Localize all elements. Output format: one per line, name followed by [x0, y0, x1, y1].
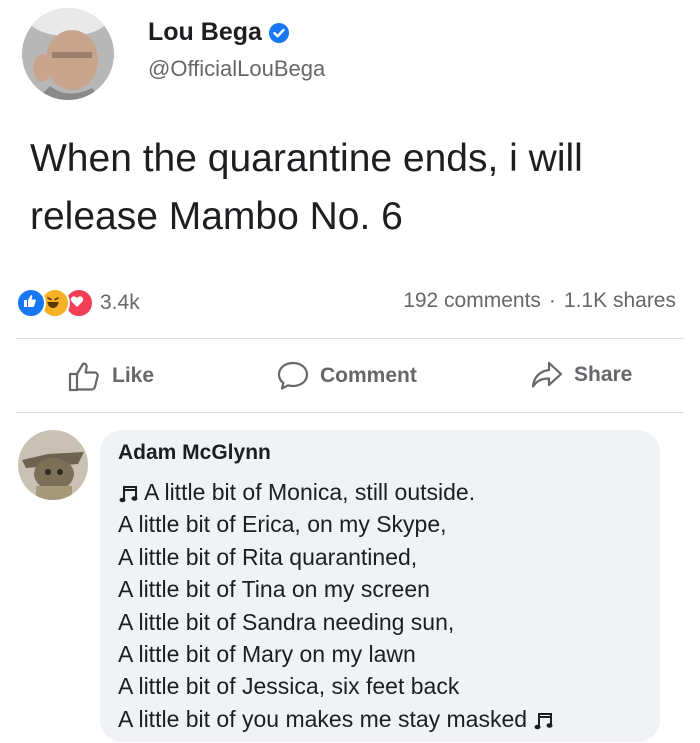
comment-line: A little bit of you makes me stay masked: [118, 703, 555, 735]
divider: [16, 338, 684, 339]
engagement-stats: 192 comments · 1.1K shares: [403, 289, 676, 313]
author-avatar[interactable]: [22, 8, 114, 100]
music-note-icon: [533, 708, 555, 730]
speech-bubble-icon: [276, 360, 310, 392]
shares-count-link[interactable]: 1.1K shares: [564, 289, 676, 313]
lyric-line: A little bit of Erica, on my Skype,: [118, 511, 447, 538]
comment-line: A little bit of Sandra needing sun,: [118, 606, 555, 638]
comments-count-link[interactable]: 192 comments: [403, 289, 541, 313]
thumbs-up-icon: [68, 360, 102, 392]
share-button[interactable]: Share: [530, 360, 632, 390]
music-note-icon: [118, 481, 140, 503]
comment-line: A little bit of Jessica, six feet back: [118, 670, 555, 702]
facebook-post: Lou Bega @OfficialLouBega When the quara…: [0, 0, 700, 743]
share-label: Share: [574, 363, 633, 386]
author-name[interactable]: Lou Bega: [148, 18, 262, 47]
like-reaction-icon: [16, 288, 46, 318]
lyric-line: A little bit of Sandra needing sun,: [118, 608, 455, 635]
comment-line: A little bit of Tina on my screen: [118, 573, 555, 605]
author-name-row: Lou Bega: [148, 18, 290, 47]
share-arrow-icon: [530, 360, 564, 390]
lyric-line: A little bit of Monica, still outside.: [144, 479, 476, 505]
post-text: When the quarantine ends, i will release…: [30, 130, 670, 246]
comment-text: A little bit of Monica, still outside. A…: [118, 476, 555, 735]
author-handle[interactable]: @OfficialLouBega: [148, 56, 325, 82]
comment-label: Comment: [320, 364, 417, 387]
verified-badge-icon: [268, 22, 290, 44]
comment-line: A little bit of Monica, still outside.: [118, 476, 555, 508]
post-text-line: release Mambo No. 6: [30, 195, 403, 238]
commenter-avatar[interactable]: [18, 430, 88, 500]
lyric-line: A little bit of Mary on my lawn: [118, 641, 416, 668]
stats-separator: ·: [548, 289, 556, 312]
reaction-count: 3.4k: [100, 291, 140, 314]
comment-button[interactable]: Comment: [276, 360, 417, 392]
lyric-line: A little bit of Jessica, six feet back: [118, 673, 460, 700]
comment-author[interactable]: Adam McGlynn: [118, 441, 271, 465]
comment-line: A little bit of Mary on my lawn: [118, 638, 555, 670]
like-label: Like: [112, 364, 155, 387]
like-button[interactable]: Like: [68, 360, 154, 392]
lyric-line: A little bit of Rita quarantined,: [118, 543, 418, 570]
post-text-line: When the quarantine ends, i will: [30, 137, 583, 180]
comment-line: A little bit of Rita quarantined,: [118, 541, 555, 573]
divider: [16, 412, 684, 413]
lyric-line: A little bit of you makes me stay masked: [118, 705, 528, 732]
comment-line: A little bit of Erica, on my Skype,: [118, 508, 555, 540]
reactions-summary[interactable]: 3.4k: [16, 288, 140, 318]
lyric-line: A little bit of Tina on my screen: [118, 576, 430, 603]
